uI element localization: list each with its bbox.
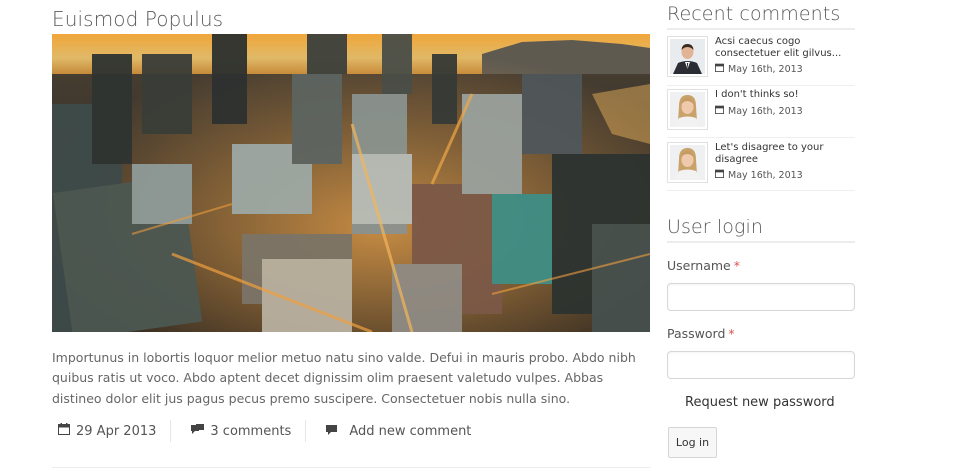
city-image [52, 34, 650, 332]
woman-avatar-icon [670, 145, 705, 180]
login-button[interactable]: Log in [668, 427, 717, 458]
calendar-icon [714, 169, 725, 181]
calendar-icon [714, 63, 725, 75]
add-comment-link[interactable]: Add new comment [349, 424, 471, 439]
password-label-text: Password [667, 326, 726, 341]
user-login-title: User login [667, 216, 763, 238]
request-password-link[interactable]: Request new password [685, 395, 835, 410]
woman-avatar-icon [670, 92, 705, 127]
password-input[interactable] [667, 351, 855, 379]
article-title[interactable]: Euismod Populus [52, 6, 650, 32]
comment-divider [667, 190, 855, 191]
comment-date: May 16th, 2013 [714, 169, 803, 181]
article-image[interactable] [52, 34, 650, 332]
avatar [667, 36, 708, 77]
article-body: Importunus in lobortis loquor melior met… [52, 350, 636, 406]
comment-date-text: May 16th, 2013 [728, 63, 803, 75]
username-label-text: Username [667, 258, 731, 273]
comment-text[interactable]: I don't thinks so! [715, 89, 855, 101]
article: Euismod Populus Importunus in lobortis l… [52, 0, 650, 468]
comments-icon [191, 423, 205, 439]
article-date: 29 Apr 2013 [52, 420, 156, 442]
recent-comments-title: Recent comments [667, 3, 841, 25]
article-divider [52, 467, 650, 468]
calendar-icon [714, 105, 725, 117]
article-date-text: 29 Apr 2013 [76, 423, 157, 439]
username-label: Username * [667, 258, 740, 273]
comment-item: Let's disagree to your disagree May 16th… [667, 142, 855, 190]
comment-item: Acsi caecus cogo consectetuer elit gilvu… [667, 36, 855, 84]
title-underline [667, 28, 855, 30]
comment-text[interactable]: Acsi caecus cogo consectetuer elit gilvu… [715, 36, 855, 60]
comment-text[interactable]: Let's disagree to your disagree [715, 142, 855, 166]
article-meta: 29 Apr 2013 3 comments Add new comment [52, 420, 650, 442]
meta-divider [305, 420, 307, 442]
comment-icon [326, 424, 338, 439]
comment-divider [667, 137, 855, 138]
title-underline [667, 241, 855, 243]
comment-divider [667, 85, 855, 86]
meta-divider [170, 420, 172, 442]
comment-date: May 16th, 2013 [714, 105, 803, 117]
avatar [667, 142, 708, 183]
article-comments-count[interactable]: 3 comments [185, 420, 291, 442]
man-avatar-icon [670, 39, 705, 74]
required-marker: * [728, 326, 735, 341]
comments-count-link[interactable]: 3 comments [210, 424, 291, 439]
calendar-icon [58, 423, 70, 439]
user-login-block: User login [667, 216, 855, 243]
comment-date: May 16th, 2013 [714, 63, 803, 75]
username-input[interactable] [667, 283, 855, 311]
password-label: Password * [667, 326, 735, 341]
required-marker: * [733, 258, 740, 273]
add-comment[interactable]: Add new comment [320, 420, 471, 442]
comment-date-text: May 16th, 2013 [728, 169, 803, 181]
avatar [667, 89, 708, 130]
recent-comments-block: Recent comments [667, 3, 855, 30]
comment-date-text: May 16th, 2013 [728, 105, 803, 117]
comment-item: I don't thinks so! May 16th, 2013 [667, 89, 855, 137]
